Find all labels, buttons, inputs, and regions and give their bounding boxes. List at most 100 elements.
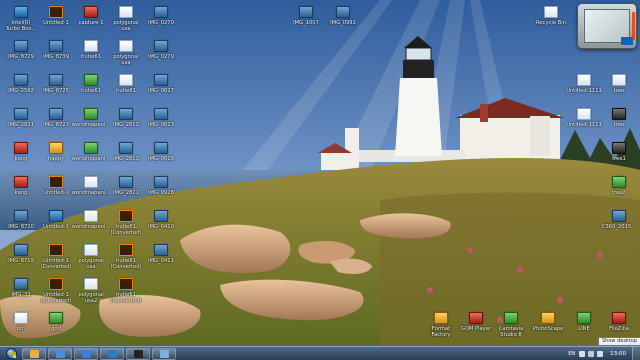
taskbar: EN 13:00 bbox=[0, 346, 640, 360]
taskbar-app-media[interactable] bbox=[100, 347, 124, 360]
file-icon bbox=[154, 6, 168, 18]
ie-icon bbox=[81, 349, 91, 358]
desktop-icon-label: hutie61 (Converted) bbox=[110, 224, 142, 236]
file-icon bbox=[49, 142, 63, 154]
desktop-icon-label: IMG_33 bbox=[11, 292, 31, 298]
desktop-icon-label: IMG_1007 bbox=[293, 20, 319, 26]
desktop-icon-label: LINE bbox=[578, 326, 590, 332]
file-icon bbox=[119, 142, 133, 154]
desktop-icon-label: Untitled-1 (Converted) bbox=[40, 292, 72, 304]
file-icon bbox=[14, 74, 28, 86]
volume-icon[interactable] bbox=[597, 350, 604, 357]
file-icon bbox=[84, 244, 98, 256]
file-icon bbox=[336, 6, 350, 18]
desktop-icon-label: worldmapani... bbox=[71, 156, 111, 162]
desktop-icon-label: polygonal usa bbox=[78, 258, 104, 270]
file-icon bbox=[577, 108, 591, 120]
desktop-icon-label: IMG_8739 bbox=[43, 54, 69, 60]
desktop-icon-label: Untitled-1 bbox=[43, 190, 69, 196]
desktop-icon[interactable]: PhotoScape bbox=[529, 310, 567, 350]
desktop-icon-label: IMG_0270 bbox=[148, 20, 174, 26]
taskbar-pinned-apps bbox=[20, 347, 176, 360]
desktop-icon-label: worldmapani... bbox=[71, 224, 111, 230]
desktop-icon-label: worldmapani... bbox=[71, 190, 111, 196]
desktop-icon-label: IMG_8720 bbox=[8, 224, 34, 230]
desktop-icon-label: IMG_0623 bbox=[148, 122, 174, 128]
taskbar-app-app6[interactable] bbox=[152, 347, 176, 360]
desktop-icon-label: IMG_8725 bbox=[43, 88, 69, 94]
file-icon bbox=[119, 6, 133, 18]
network-icon[interactable] bbox=[588, 350, 595, 357]
taskbar-app-cmd[interactable] bbox=[126, 347, 150, 360]
desktop-icon[interactable]: Format Factory bbox=[422, 310, 460, 350]
file-icon bbox=[84, 142, 98, 154]
file-icon bbox=[14, 6, 28, 18]
desktop-icon[interactable]: IMG_0411 bbox=[142, 242, 180, 282]
file-icon bbox=[434, 312, 448, 324]
desktop-icon-label: IMG_0410 bbox=[148, 224, 174, 230]
flag-icon[interactable] bbox=[579, 350, 586, 357]
desktop-icon-label: happy bbox=[47, 156, 65, 162]
desktop-icon-label: GOM Player bbox=[460, 326, 492, 332]
desktop-icon[interactable]: Camtasia Studio 8 bbox=[492, 310, 530, 350]
language-indicator[interactable]: EN bbox=[568, 351, 575, 357]
desktop-icon-label: IMG_2812 bbox=[113, 122, 139, 128]
desktop-icon-label: polygonal usa bbox=[113, 20, 139, 32]
show-desktop-button[interactable] bbox=[632, 346, 640, 360]
file-icon bbox=[119, 40, 133, 52]
desktop-icon-label: bin bbox=[16, 326, 26, 332]
file-icon bbox=[84, 278, 98, 290]
desktop-icon[interactable]: hutie61 (Converted) bbox=[107, 276, 145, 316]
desktop-icon-label: Intel(R) Turbo Boo... bbox=[5, 20, 37, 32]
file-icon bbox=[154, 74, 168, 86]
desktop-icon-label: hutie61 bbox=[81, 88, 101, 94]
desktop-icon-label: Untitled-1111 bbox=[566, 88, 602, 94]
file-icon bbox=[154, 176, 168, 188]
file-icon bbox=[154, 40, 168, 52]
taskbar-app-chrome[interactable] bbox=[48, 347, 72, 360]
file-icon bbox=[49, 244, 63, 256]
desktop-icon-label: IMG_0279 bbox=[148, 54, 174, 60]
desktop-icon-label: kang bbox=[14, 156, 28, 162]
desktop-icon[interactable]: GOM Player bbox=[457, 310, 495, 350]
file-icon bbox=[154, 244, 168, 256]
desktop-icon[interactable]: C360_2015... bbox=[600, 208, 638, 248]
desktop-icon[interactable]: polygonal usa2 bbox=[72, 276, 110, 316]
cpu-meter-gadget[interactable] bbox=[577, 3, 637, 49]
file-icon bbox=[612, 176, 626, 188]
desktop-icon[interactable]: god bbox=[37, 310, 75, 350]
file-icon bbox=[84, 176, 98, 188]
file-icon bbox=[49, 176, 63, 188]
chrome-icon bbox=[55, 349, 65, 358]
desktop-icon-label: tree1 bbox=[612, 156, 626, 162]
desktop-icon-label: hutie61 (Converted) bbox=[110, 258, 142, 270]
desktop-icon-label: Untitled-1 (Converted) bbox=[40, 258, 72, 270]
file-icon bbox=[49, 108, 63, 120]
desktop-icon[interactable]: Recycle Bin bbox=[532, 4, 570, 44]
taskbar-app-ie[interactable] bbox=[74, 347, 98, 360]
file-icon bbox=[154, 142, 168, 154]
file-icon bbox=[14, 210, 28, 222]
desktop-icon-label: Untitled-1111 bbox=[566, 122, 602, 128]
file-icon bbox=[119, 210, 133, 222]
desktop-icon-label: Camtasia Studio 8 bbox=[498, 326, 524, 338]
gadget-meter-bar bbox=[632, 12, 635, 40]
intel-logo-icon bbox=[621, 37, 633, 45]
desktop-icon[interactable]: IMG_1007 bbox=[287, 4, 325, 44]
file-icon bbox=[49, 210, 63, 222]
file-icon bbox=[84, 40, 98, 52]
windows-orb-icon bbox=[5, 348, 17, 359]
file-icon bbox=[49, 278, 63, 290]
desktop-icon-label: capture-1 bbox=[78, 20, 104, 26]
clock[interactable]: 13:00 bbox=[610, 351, 626, 357]
taskbar-app-explorer[interactable] bbox=[22, 347, 46, 360]
desktop-icon-label: IMG_0928 bbox=[148, 190, 174, 196]
desktop-icon-label: hutie61 bbox=[81, 54, 101, 60]
desktop-icon[interactable]: bin bbox=[2, 310, 40, 350]
show-desktop-tooltip: Show desktop bbox=[598, 337, 640, 346]
file-icon bbox=[14, 278, 28, 290]
file-icon bbox=[49, 40, 63, 52]
start-button[interactable] bbox=[2, 347, 20, 360]
desktop-icon[interactable]: Untitled-1111 bbox=[565, 106, 603, 146]
desktop-icon[interactable]: IMG_0992 bbox=[324, 4, 362, 44]
